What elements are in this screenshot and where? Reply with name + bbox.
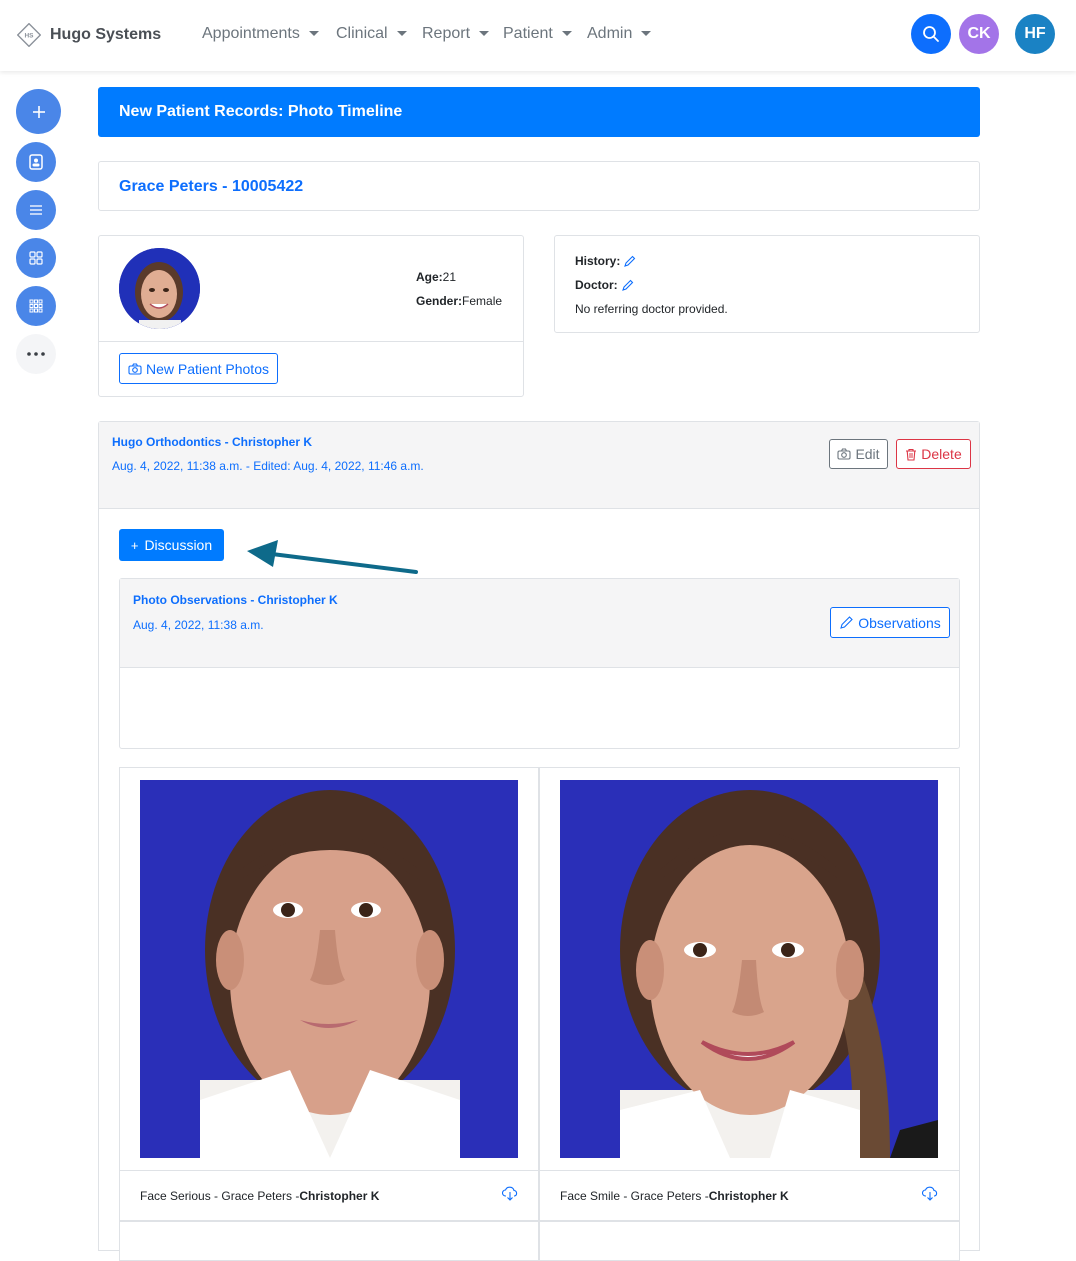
history-card: History: Doctor: No referring doctor pro…: [554, 235, 980, 333]
menu-label: Appointments: [202, 25, 300, 42]
new-patient-photos-button[interactable]: New Patient Photos: [119, 353, 278, 384]
face-serious-photo[interactable]: [140, 780, 518, 1158]
record-title[interactable]: Hugo Orthodontics - Christopher K: [112, 435, 312, 449]
more-icon: [27, 352, 45, 356]
caption-author: Christopher K: [299, 1189, 380, 1203]
sidebar-more-button[interactable]: [16, 334, 56, 374]
observations-date: Aug. 4, 2022, 11:38 a.m.: [133, 618, 264, 632]
menu-label: Clinical: [336, 25, 388, 42]
avatar-ck[interactable]: CK: [959, 14, 999, 54]
record-meta: Aug. 4, 2022, 11:38 a.m. - Edited: Aug. …: [112, 459, 424, 473]
patient-header-card: Grace Peters - 10005422: [98, 161, 980, 211]
edit-label: Edit: [855, 446, 880, 462]
list-icon: [30, 205, 42, 215]
delete-button[interactable]: Delete: [896, 439, 971, 469]
gender-row: Gender:Female: [416, 294, 502, 308]
grid-icon: [29, 251, 43, 265]
age-value: 21: [442, 270, 457, 284]
record-header: Hugo Orthodontics - Christopher K Aug. 4…: [99, 422, 979, 509]
brand[interactable]: HS Hugo Systems: [0, 10, 172, 60]
download-cloud-icon[interactable]: [922, 1185, 938, 1201]
age-label: Age:: [416, 270, 443, 284]
discussion-label: Discussion: [144, 537, 213, 553]
sidebar-list-button[interactable]: [16, 190, 56, 230]
gender-label: Gender:: [416, 294, 463, 308]
photo-card: [539, 1221, 960, 1261]
photo-caption: Face Serious - Grace Peters -Christopher…: [140, 1189, 379, 1203]
patient-avatar: [119, 248, 200, 329]
patient-profile-card: Age:21 Gender:Female New Patient Photos: [98, 235, 524, 397]
observations-panel: Photo Observations - Christopher K Aug. …: [119, 578, 960, 749]
menu-clinical[interactable]: Clinical: [336, 25, 407, 43]
caption-text: Face Serious - Grace Peters -: [140, 1189, 300, 1203]
photo-card: Face Smile - Grace Peters -Christopher K: [539, 767, 960, 1221]
brand-name: Hugo Systems: [50, 26, 162, 43]
sidebar-contact-button[interactable]: [16, 142, 56, 182]
photo-card: Face Serious - Grace Peters -Christopher…: [119, 767, 539, 1221]
avatar-hf[interactable]: HF: [1015, 14, 1055, 54]
menu-report[interactable]: Report: [422, 25, 490, 43]
plus-icon: [32, 105, 45, 118]
caret-down-icon: [308, 31, 319, 37]
observations-title[interactable]: Photo Observations - Christopher K: [133, 593, 338, 607]
divider: [120, 1170, 538, 1171]
caption-text: Face Smile - Grace Peters -: [560, 1189, 709, 1203]
caption-author: Christopher K: [708, 1189, 789, 1203]
logo-icon: HS: [17, 23, 41, 47]
menu-admin[interactable]: Admin: [587, 25, 652, 43]
new-patient-photos-label: New Patient Photos: [146, 360, 269, 377]
gender-value: Female: [462, 294, 503, 308]
photo-caption: Face Smile - Grace Peters -Christopher K: [560, 1189, 789, 1203]
referring-doctor-text: No referring doctor provided.: [575, 302, 728, 316]
page-title: New Patient Records: Photo Timeline: [119, 103, 403, 120]
delete-label: Delete: [921, 446, 962, 462]
page-title-banner: New Patient Records: Photo Timeline: [98, 87, 980, 137]
pencil-icon: [840, 616, 854, 629]
svg-text:HS: HS: [24, 33, 34, 40]
menu-label: Admin: [587, 25, 633, 42]
observations-label: Observations: [858, 614, 941, 631]
caret-down-icon: [561, 31, 572, 37]
photo-card: [119, 1221, 539, 1261]
face-smile-photo[interactable]: [560, 780, 938, 1158]
top-navbar: HS Hugo Systems Appointments Clinical Re…: [0, 0, 1076, 71]
sidebar-add-button[interactable]: [16, 89, 61, 134]
menu-patient[interactable]: Patient: [503, 25, 572, 43]
observations-button[interactable]: Observations: [830, 607, 950, 638]
camera-icon: [128, 362, 142, 375]
patient-face-image: [119, 248, 200, 329]
annotation-arrow: [247, 540, 418, 574]
divider: [99, 341, 523, 342]
pencil-icon[interactable]: [623, 255, 636, 268]
camera-icon: [837, 448, 851, 460]
download-cloud-icon[interactable]: [502, 1185, 518, 1201]
plus-icon: +: [130, 537, 139, 553]
history-row: History:: [575, 254, 636, 268]
search-button[interactable]: [911, 14, 951, 54]
menu-label: Patient: [503, 25, 553, 42]
add-discussion-button[interactable]: + Discussion: [119, 529, 224, 561]
menu-label: Report: [422, 25, 471, 42]
apps-grid-icon: [29, 299, 43, 313]
doctor-row: Doctor:: [575, 278, 634, 292]
record-card: Hugo Orthodontics - Christopher K Aug. 4…: [98, 421, 980, 1261]
edit-button[interactable]: Edit: [829, 439, 888, 469]
sidebar-grid-button[interactable]: [16, 238, 56, 278]
age-row: Age:21: [416, 270, 456, 284]
caret-down-icon: [479, 31, 490, 37]
doctor-label: Doctor:: [575, 278, 618, 292]
divider: [540, 1170, 959, 1171]
pencil-icon[interactable]: [621, 279, 634, 292]
sidebar-apps-button[interactable]: [16, 286, 56, 326]
menu-appointments[interactable]: Appointments: [202, 25, 319, 43]
caret-down-icon: [396, 31, 407, 37]
history-label: History:: [575, 254, 621, 268]
search-icon: [923, 26, 939, 42]
contact-card-icon: [29, 154, 43, 170]
caret-down-icon: [641, 31, 652, 37]
observations-header: Photo Observations - Christopher K Aug. …: [120, 579, 959, 668]
patient-name-link[interactable]: Grace Peters - 10005422: [119, 178, 303, 195]
trash-icon: [906, 448, 917, 461]
